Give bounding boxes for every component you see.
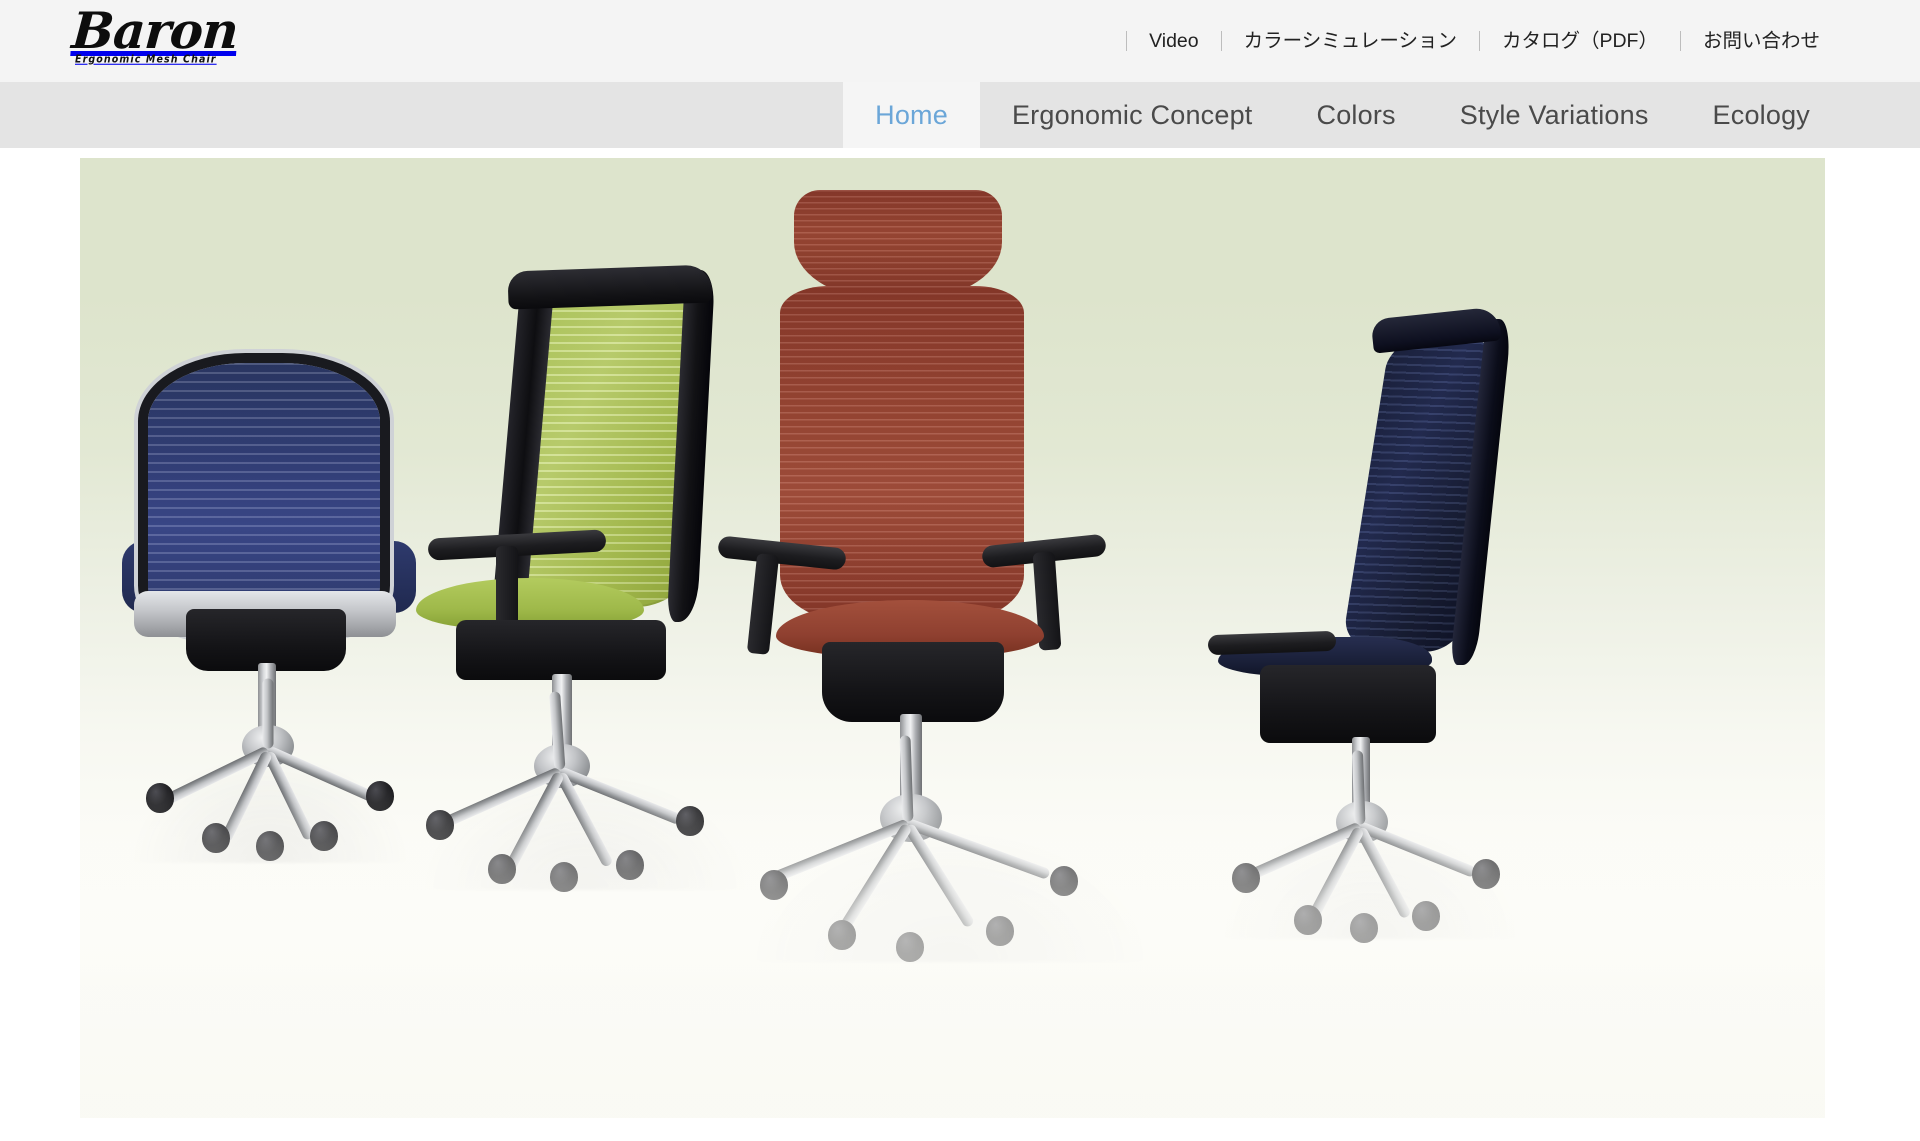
chair-rust-front [717,190,1190,990]
nav-tab-style-variations[interactable]: Style Variations [1428,82,1681,148]
chair-back-top-rail [507,264,713,310]
chair-blue-rear [110,363,430,983]
chair-caster [760,870,788,900]
utility-link-catalog-pdf[interactable]: カタログ（PDF） [1480,29,1680,53]
chair-base-leg [262,678,274,749]
chair-caster [896,932,924,962]
chair-caster [1472,859,1500,889]
chair-caster [1232,863,1260,893]
chair-caster [202,823,230,853]
chair-tilt-mechanism [822,642,1004,722]
chair-headrest [794,190,1002,298]
utility-nav: Video カラーシミュレーション カタログ（PDF） お問い合わせ [1126,0,1842,82]
chair-caster [828,920,856,950]
brand-logo[interactable]: Baron Ergonomic Mesh Chair [69,1,312,70]
utility-link-contact[interactable]: お問い合わせ [1681,29,1842,53]
chair-mesh-backrest [780,286,1024,622]
hero-section [0,148,1920,1141]
chair-caster [1412,901,1440,931]
nav-tab-home[interactable]: Home [843,82,980,148]
chair-caster [676,806,704,836]
chair-caster [986,916,1014,946]
nav-tab-ecology[interactable]: Ecology [1681,82,1842,148]
chair-caster [488,854,516,884]
chair-tilt-mechanism [1260,665,1436,743]
chair-caster [366,781,394,811]
chair-mesh-backrest [148,363,380,628]
hero-image[interactable] [80,158,1825,1118]
chair-caster [146,783,174,813]
mesh-texture [780,286,1024,622]
chair-caster [1050,866,1078,896]
chair-caster [550,862,578,892]
chair-caster [256,831,284,861]
main-nav: Home Ergonomic Concept Colors Style Vari… [0,82,1920,148]
chair-navy-side [1190,306,1530,993]
chair-caster [1294,905,1322,935]
utility-link-color-simulation[interactable]: カラーシミュレーション [1222,29,1479,53]
chair-green-three-quarter [410,264,770,988]
brand-wordmark: Baron [69,1,240,60]
brand-tagline: Ergonomic Mesh Chair [75,54,217,66]
chair-tilt-mechanism [186,609,346,671]
chair-caster [310,821,338,851]
utility-link-video[interactable]: Video [1127,29,1221,53]
site-header: Baron Ergonomic Mesh Chair Video カラーシミュレ… [0,0,1920,82]
nav-tab-colors[interactable]: Colors [1285,82,1428,148]
mesh-texture [148,363,380,628]
chair-caster [1350,913,1378,943]
mesh-texture [794,190,1002,298]
chair-tilt-mechanism [456,620,666,680]
chair-caster [616,850,644,880]
nav-tab-ergonomic-concept[interactable]: Ergonomic Concept [980,82,1285,148]
chair-caster [426,810,454,840]
